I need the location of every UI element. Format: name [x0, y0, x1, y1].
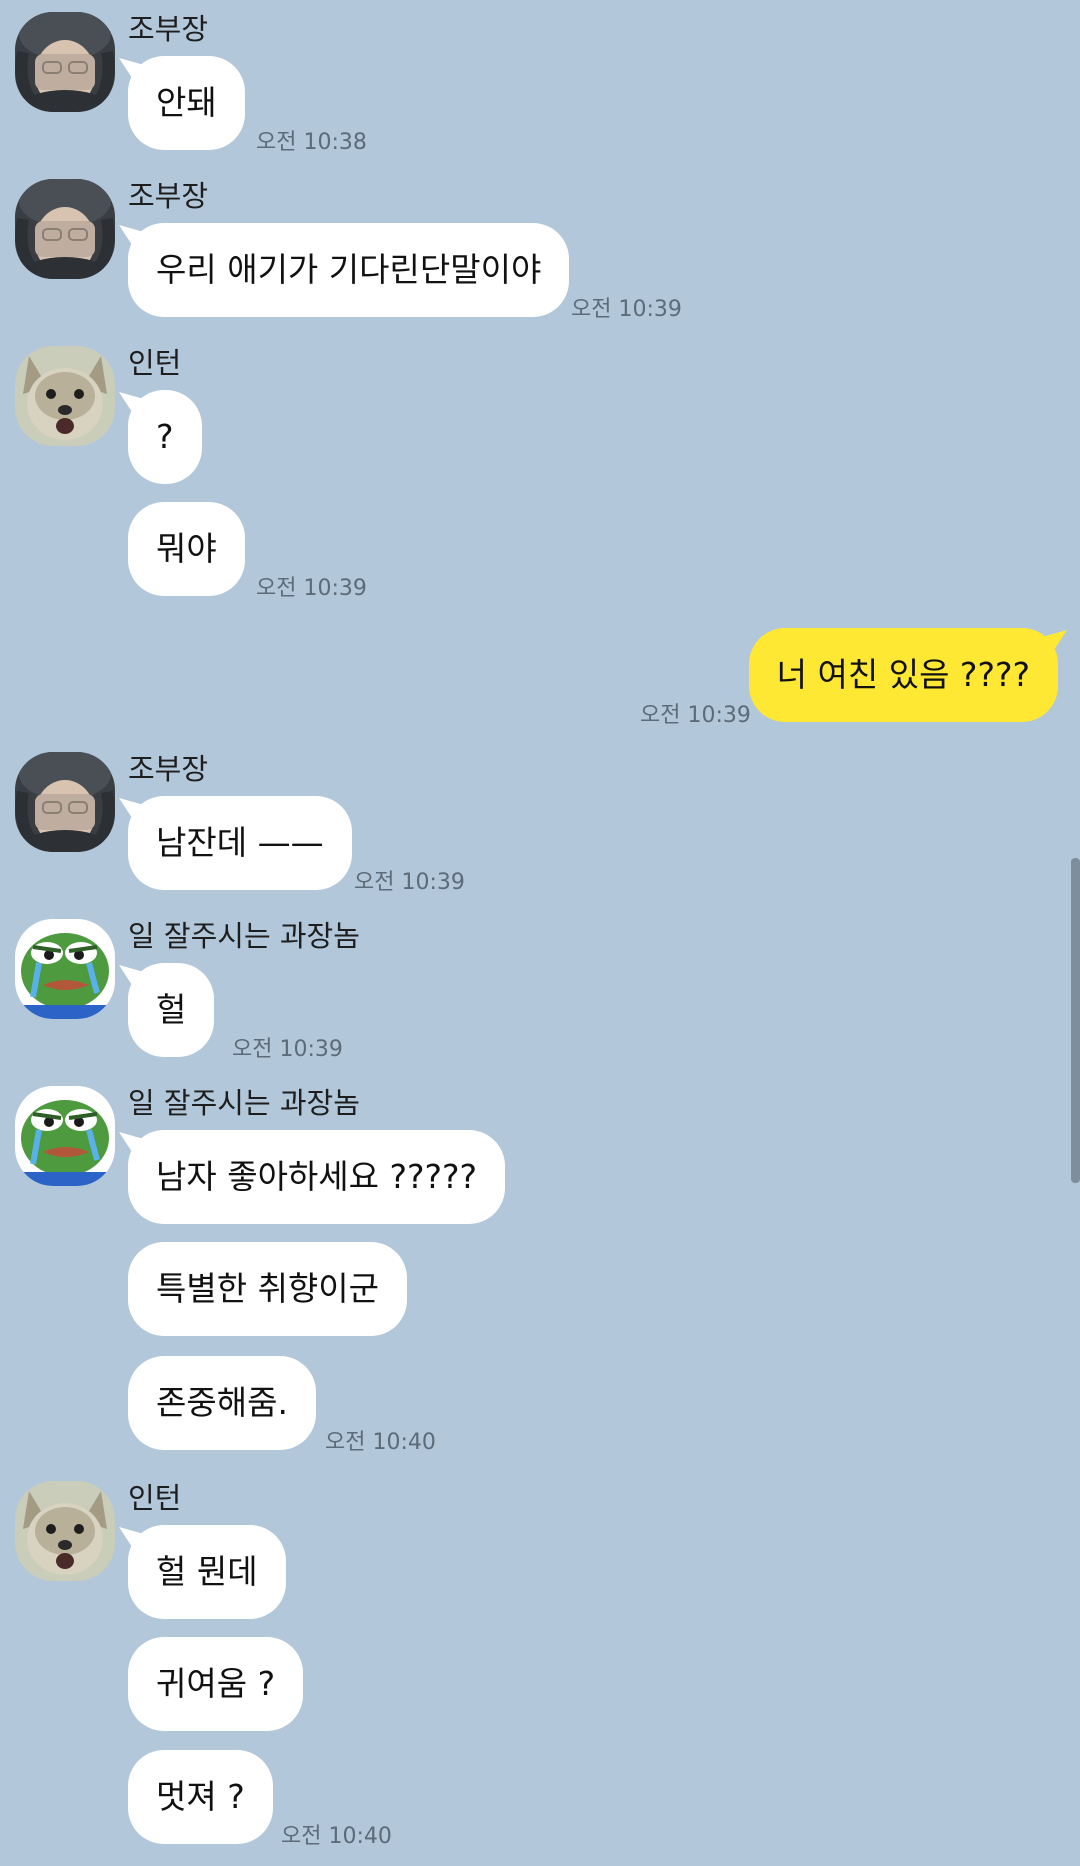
message-time: 오전 10:40 [281, 1824, 392, 1849]
profile-avatar-manager[interactable] [15, 1086, 115, 1186]
message-time: 오전 10:39 [232, 1037, 343, 1062]
crying-frog-avatar-icon [15, 919, 115, 1019]
sender-name: 조부장 [128, 179, 209, 213]
message-time: 오전 10:39 [640, 703, 751, 728]
message-bubble[interactable]: 안돼 [128, 56, 245, 150]
profile-avatar-manager[interactable] [15, 919, 115, 1019]
person-hood-avatar-icon [15, 179, 115, 279]
sender-name: 조부장 [128, 12, 209, 46]
person-hood-avatar-icon [15, 12, 115, 112]
message-time: 오전 10:39 [354, 870, 465, 895]
message-bubble[interactable]: 우리 애기가 기다린단말이야 [128, 223, 570, 317]
sender-name: 조부장 [128, 752, 209, 786]
message-time: 오전 10:39 [256, 576, 367, 601]
my-message-bubble[interactable]: 너 여친 있음 ???? [748, 628, 1058, 722]
profile-avatar-jo[interactable] [15, 179, 115, 279]
message-bubble[interactable]: 멋져 ? [128, 1750, 273, 1844]
message-bubble[interactable]: ? [128, 390, 202, 484]
shocked-dog-avatar-icon [15, 1481, 115, 1581]
shocked-dog-avatar-icon [15, 346, 115, 446]
profile-avatar-intern[interactable] [15, 1481, 115, 1581]
sender-name: 일 잘주시는 과장놈 [128, 919, 360, 953]
sender-name: 일 잘주시는 과장놈 [128, 1086, 360, 1120]
message-bubble[interactable]: 헐 [128, 963, 215, 1057]
crying-frog-avatar-icon [15, 1086, 115, 1186]
message-time: 오전 10:39 [571, 297, 682, 322]
scrollbar[interactable] [1071, 858, 1080, 1183]
profile-avatar-intern[interactable] [15, 346, 115, 446]
message-bubble[interactable]: 뭐야 [128, 502, 245, 596]
sender-name: 인턴 [128, 346, 182, 380]
chat-room[interactable]: 조부장 안돼 오전 10:38 조부장 우리 애기가 기다린단말이야 오전 10… [0, 0, 1080, 1866]
message-bubble[interactable]: 귀여움 ? [128, 1637, 304, 1731]
message-time: 오전 10:40 [325, 1430, 436, 1455]
message-time: 오전 10:38 [256, 130, 367, 155]
message-bubble[interactable]: 헐 뭔데 [128, 1525, 286, 1619]
sender-name: 인턴 [128, 1481, 182, 1515]
message-bubble[interactable]: 남잔데 —— [128, 796, 352, 890]
message-bubble[interactable]: 특별한 취향이군 [128, 1242, 408, 1336]
profile-avatar-jo[interactable] [15, 752, 115, 852]
message-bubble[interactable]: 남자 좋아하세요 ????? [128, 1130, 506, 1224]
profile-avatar-jo[interactable] [15, 12, 115, 112]
person-hood-avatar-icon [15, 752, 115, 852]
message-bubble[interactable]: 존중해줌. [128, 1356, 316, 1450]
